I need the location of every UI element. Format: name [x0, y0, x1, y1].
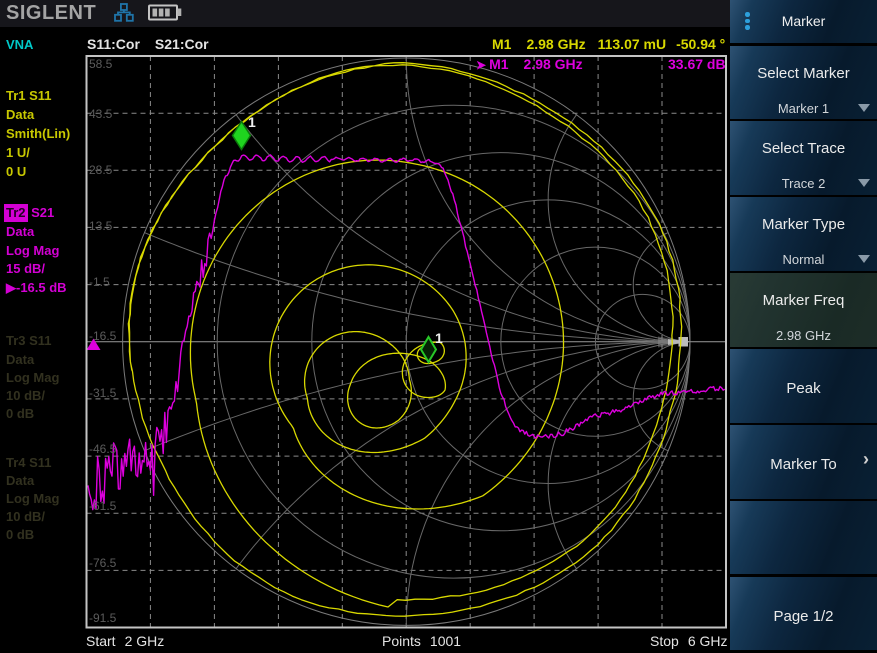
svg-text:1: 1 — [248, 114, 256, 130]
svg-text:1: 1 — [435, 330, 443, 346]
